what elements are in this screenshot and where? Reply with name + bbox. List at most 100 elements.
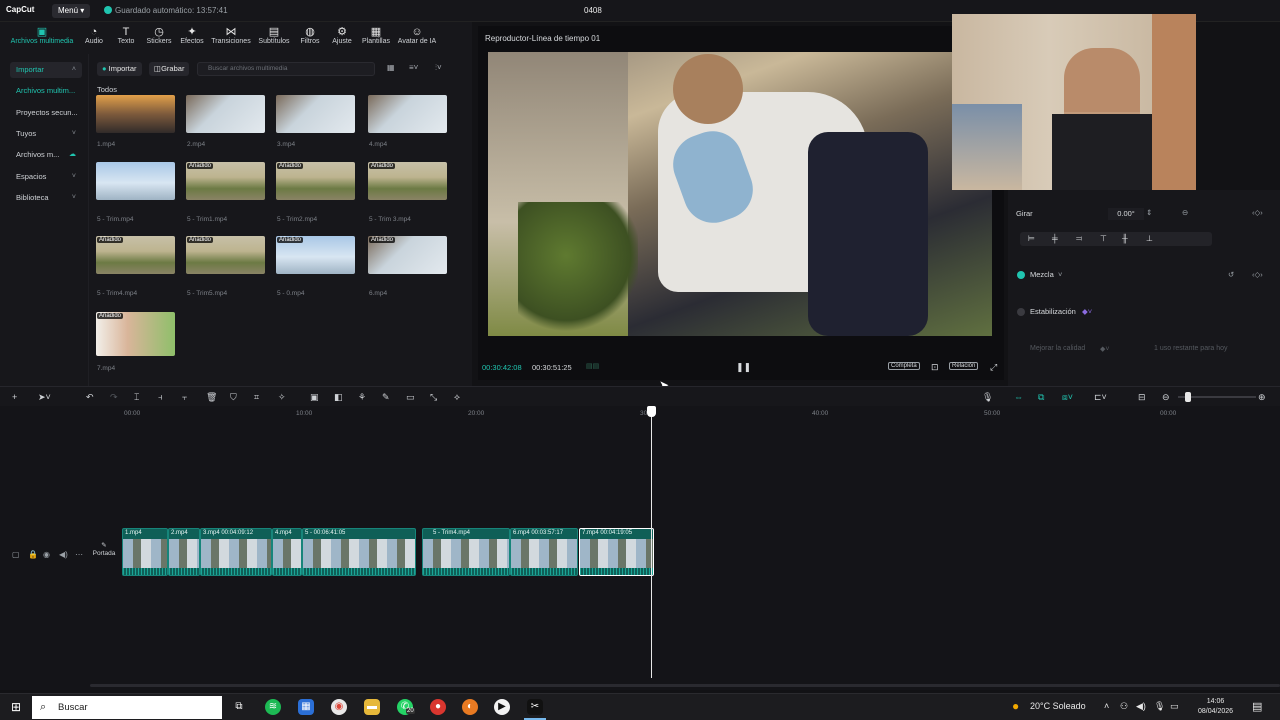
sidebar-item-files[interactable]: Archivos m... ☁ bbox=[10, 147, 82, 163]
tool-audio[interactable]: ◔ Audio bbox=[82, 26, 106, 45]
search-input[interactable]: Buscar archivos multimedia bbox=[197, 62, 375, 76]
add-track-icon[interactable]: + bbox=[12, 392, 17, 402]
preview-axis-icon[interactable]: ⊏˅ bbox=[1094, 392, 1107, 403]
magnet-icon[interactable]: ⧉ bbox=[1038, 392, 1044, 403]
filter-icon[interactable]: ⫶˅ bbox=[435, 63, 442, 73]
app-orange-icon[interactable]: ◐ bbox=[462, 699, 478, 715]
taskbar-search[interactable]: ⌕ Buscar bbox=[32, 696, 222, 719]
crop-icon[interactable]: ⌗ bbox=[254, 392, 259, 403]
chrome-icon[interactable]: ◉ bbox=[331, 699, 347, 715]
clock[interactable]: 14:06 08/04/2026 bbox=[1198, 697, 1233, 717]
snap-icon[interactable]: ⧈˅ bbox=[1062, 392, 1073, 403]
timeline-clip[interactable]: 6.mp4 00:03:57:17 bbox=[510, 528, 578, 576]
sidebar-item-media[interactable]: Archivos multim... bbox=[10, 83, 82, 99]
mirror-icon[interactable]: ⚘ bbox=[358, 392, 366, 403]
media-thumb[interactable] bbox=[96, 162, 175, 200]
keyframe-icon[interactable]: ‹◇› bbox=[1252, 270, 1263, 279]
resize-icon[interactable]: ⤡ bbox=[430, 392, 437, 403]
align-center-h-icon[interactable]: ╪ bbox=[1052, 234, 1058, 243]
grid-view-icon[interactable]: ▦ bbox=[387, 63, 395, 72]
ratio-button[interactable]: Relación bbox=[949, 362, 979, 370]
media-thumb[interactable]: Añadido bbox=[96, 236, 175, 274]
snapshot-icon[interactable]: ⊡ bbox=[931, 362, 939, 373]
media-thumb[interactable]: Añadido bbox=[368, 162, 447, 200]
zoom-out-icon[interactable]: ⊖ bbox=[1162, 392, 1170, 403]
fit-icon[interactable]: ⊟ bbox=[1138, 392, 1146, 403]
media-player-icon[interactable]: ▶ bbox=[494, 699, 510, 715]
select-tool-icon[interactable]: ➤˅ bbox=[38, 392, 51, 403]
link-main-track-icon[interactable]: ⇔ bbox=[1014, 392, 1023, 402]
zoom-in-icon[interactable]: ⊕ bbox=[1258, 392, 1266, 403]
cover-button[interactable]: ✎ Portada bbox=[92, 542, 116, 568]
import-button[interactable]: ● Importar bbox=[97, 62, 142, 76]
fullscreen-icon[interactable]: ⤢ bbox=[990, 362, 997, 373]
full-button[interactable]: Completa bbox=[888, 362, 920, 370]
tool-subtitles[interactable]: ▤ Subtítulos bbox=[256, 26, 292, 45]
timeline-clip[interactable]: 4.mp4 bbox=[272, 528, 302, 576]
align-bottom-icon[interactable]: ⊥ bbox=[1146, 234, 1153, 243]
freeze-icon[interactable]: ▣ bbox=[310, 392, 319, 403]
playhead[interactable] bbox=[651, 406, 652, 678]
tool-adjust[interactable]: ⚙ Ajuste bbox=[329, 26, 355, 45]
rotate-dial-icon[interactable]: ⊖ bbox=[1182, 208, 1188, 217]
notifications-icon[interactable]: ▤ bbox=[1252, 700, 1262, 713]
weather-text[interactable]: 20°C Soleado bbox=[1030, 701, 1086, 711]
stabilize-toggle[interactable] bbox=[1017, 308, 1025, 316]
playhead-handle[interactable] bbox=[647, 406, 656, 417]
timeline-clip-selected[interactable]: 7.mp4 00:04:19:05 bbox=[579, 528, 654, 576]
timeline[interactable]: 00:00 10:00 20:00 30:00 40:00 50:00 00:0… bbox=[0, 406, 1280, 690]
sidebar-item-subprojects[interactable]: Proyectos secun... bbox=[10, 105, 82, 121]
chevron-up-icon[interactable]: ˄ bbox=[1104, 701, 1109, 711]
motion-icon[interactable]: ⟡ bbox=[454, 392, 460, 403]
more-icon[interactable]: ⋯ bbox=[75, 550, 83, 559]
split-icon[interactable]: ⌶ bbox=[134, 392, 139, 403]
pause-button[interactable]: ❚❚ bbox=[736, 362, 751, 373]
zoom-slider-handle[interactable] bbox=[1185, 392, 1191, 402]
microphone-icon[interactable]: 🎙 bbox=[1154, 701, 1165, 712]
align-top-icon[interactable]: ⊤ bbox=[1100, 234, 1107, 243]
align-left-icon[interactable]: ⊨ bbox=[1028, 234, 1035, 243]
magic-icon[interactable]: ✎ bbox=[382, 392, 390, 403]
tool-filters[interactable]: ◍ Filtros bbox=[297, 26, 323, 45]
reverse-icon[interactable]: ◧ bbox=[334, 392, 343, 403]
folder-icon[interactable]: ▬ bbox=[364, 699, 380, 715]
tool-media[interactable]: ▣ Archivos multimedia bbox=[8, 26, 76, 45]
tool-stickers[interactable]: ◷ Stickers bbox=[144, 26, 174, 45]
track-checkbox[interactable]: ▢ bbox=[12, 550, 20, 559]
timeline-clip[interactable]: 5 - Trim4.mp4 bbox=[422, 528, 510, 576]
media-thumb[interactable] bbox=[186, 95, 265, 133]
rotate-input[interactable]: 0.00° bbox=[1108, 208, 1144, 220]
media-thumb[interactable] bbox=[368, 95, 447, 133]
sidebar-item-yours[interactable]: Tuyos ˅ bbox=[10, 126, 82, 142]
tool-ai-avatar[interactable]: ☺ Avatar de IA bbox=[396, 26, 438, 45]
capcut-icon[interactable]: ✂ bbox=[527, 699, 543, 715]
record-button[interactable]: ◫Grabar bbox=[149, 62, 190, 76]
media-thumb[interactable] bbox=[276, 95, 355, 133]
media-thumb[interactable]: Añadido bbox=[96, 312, 175, 356]
tool-effects[interactable]: ✦ Efectos bbox=[178, 26, 206, 45]
tool-templates[interactable]: ▦ Plantillas bbox=[360, 26, 392, 45]
align-center-v-icon[interactable]: ╫ bbox=[1122, 234, 1128, 243]
timeline-clip[interactable]: 1.mp4 bbox=[122, 528, 168, 576]
volume-icon[interactable]: ◀) bbox=[1136, 701, 1146, 712]
align-right-icon[interactable]: ⫤ bbox=[1076, 234, 1082, 244]
marker-icon[interactable]: ⛉ bbox=[230, 392, 237, 403]
split-left-icon[interactable]: ⫞ bbox=[158, 392, 163, 403]
undo-icon[interactable]: ↶ bbox=[86, 392, 94, 403]
timeline-clip[interactable]: 3.mp4 00:04:09:12 bbox=[200, 528, 272, 576]
task-view-icon[interactable]: ⧉ bbox=[231, 699, 247, 715]
microphone-icon[interactable]: 🎙 bbox=[982, 392, 993, 403]
menu-button[interactable]: Menú ▾ bbox=[52, 4, 91, 18]
reset-icon[interactable]: ↺ bbox=[1228, 270, 1234, 279]
app-red-icon[interactable]: ● bbox=[430, 699, 446, 715]
sidebar-item-library[interactable]: Biblioteca ˅ bbox=[10, 190, 82, 206]
tool-text[interactable]: T Texto bbox=[114, 26, 138, 45]
blend-toggle[interactable] bbox=[1017, 271, 1025, 279]
media-thumb[interactable]: Añadido bbox=[186, 236, 265, 274]
timeline-clip[interactable]: 5 - 00:06:41:05 bbox=[302, 528, 416, 576]
split-right-icon[interactable]: ⫟ bbox=[182, 392, 187, 403]
media-thumb[interactable]: Añadido bbox=[276, 236, 355, 274]
eye-icon[interactable]: ◉ bbox=[43, 550, 50, 559]
delete-icon[interactable]: 🗑 bbox=[206, 392, 217, 403]
video-preview[interactable] bbox=[488, 52, 992, 336]
